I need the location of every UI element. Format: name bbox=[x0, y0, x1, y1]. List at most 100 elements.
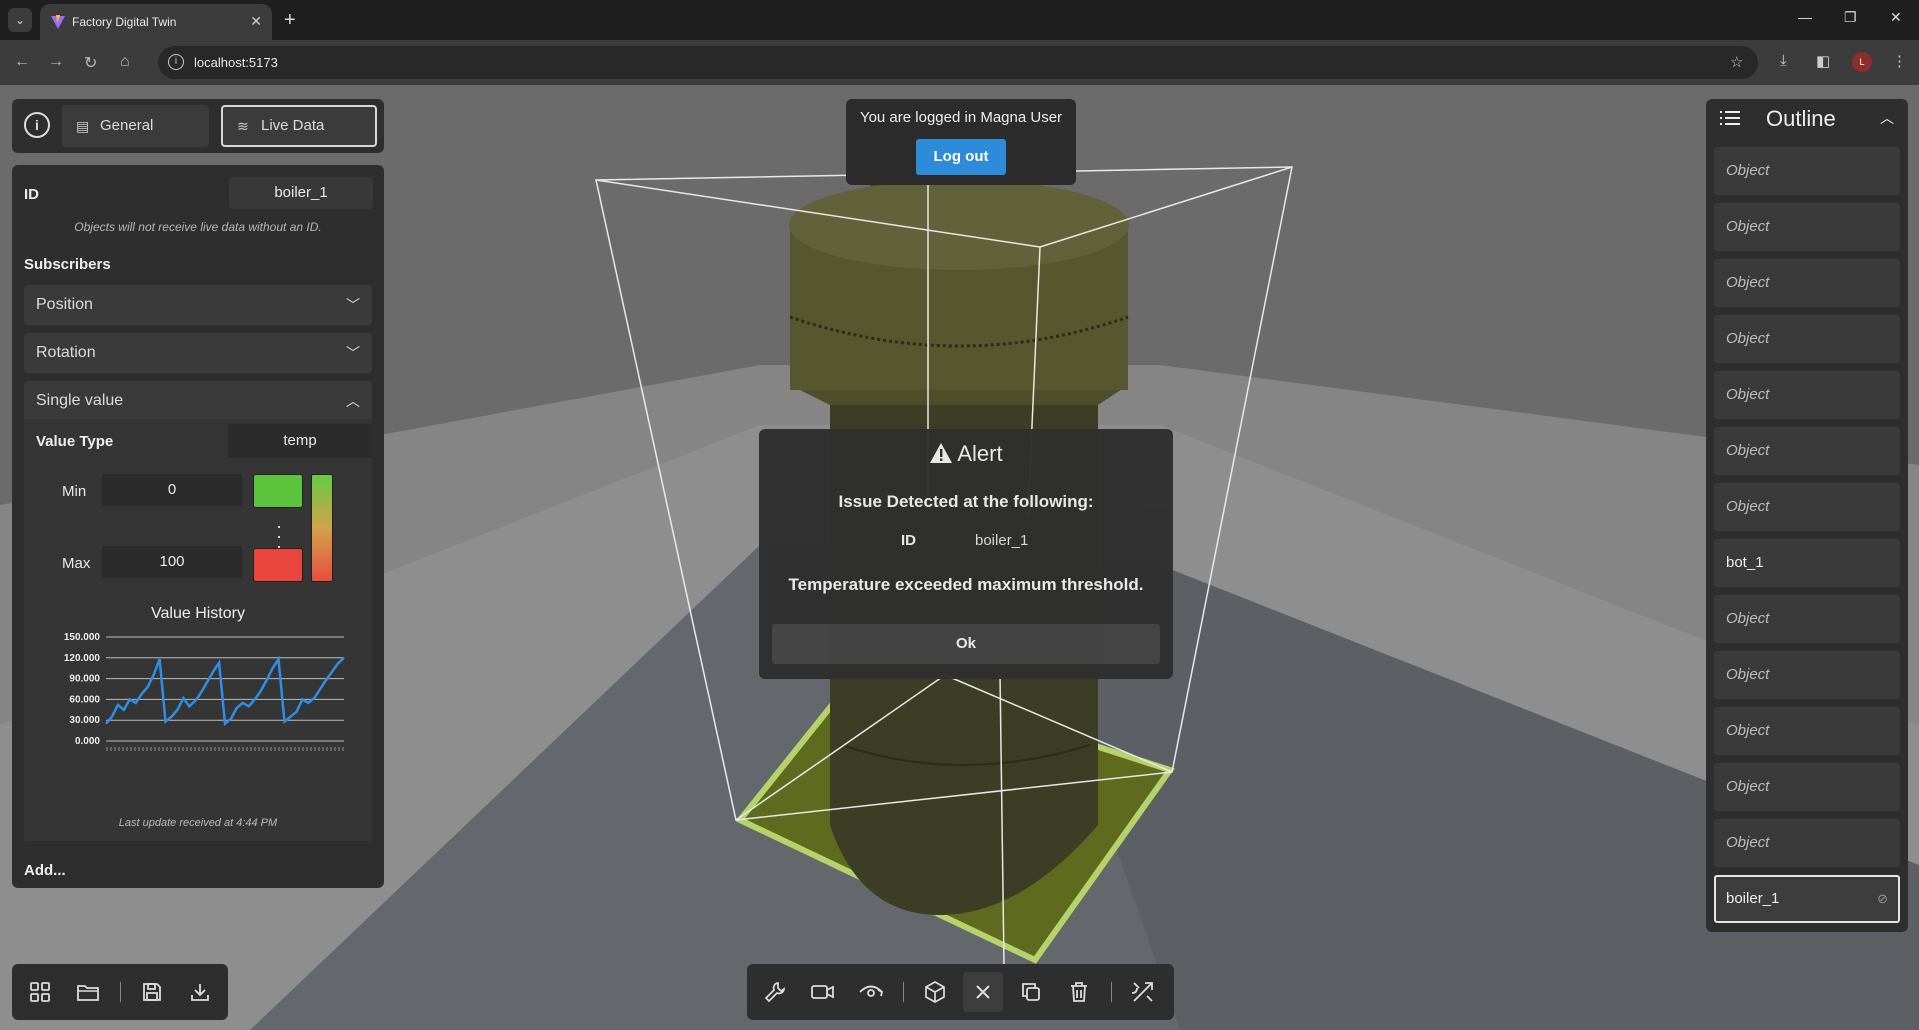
add-object-button[interactable] bbox=[915, 972, 955, 1012]
outline-item-selected[interactable]: boiler_1 ⊘ bbox=[1714, 875, 1900, 923]
url-text: localhost:5173 bbox=[194, 55, 278, 70]
value-type-input[interactable]: temp bbox=[228, 424, 372, 458]
open-folder-button[interactable] bbox=[68, 972, 108, 1012]
duplicate-button[interactable] bbox=[1011, 972, 1051, 1012]
outline-item[interactable]: Object bbox=[1714, 483, 1900, 531]
max-color-swatch[interactable] bbox=[253, 548, 303, 582]
outline-item[interactable]: Object bbox=[1714, 147, 1900, 195]
outline-panel: Outline ︿ Object Object Object Object Object… bbox=[1706, 99, 1908, 932]
minimize-icon[interactable]: — bbox=[1798, 9, 1812, 25]
outline-item[interactable]: Object bbox=[1714, 427, 1900, 475]
range-dots: · · · bbox=[276, 516, 282, 556]
save-button[interactable] bbox=[132, 972, 172, 1012]
reload-icon[interactable]: ↻ bbox=[84, 53, 97, 73]
info-icon[interactable]: i bbox=[24, 112, 50, 138]
rotation-accordion[interactable]: Rotation ﹀ bbox=[24, 333, 372, 373]
position-label: Position bbox=[36, 296, 93, 313]
browser-tab-bar: ⌄ Factory Digital Twin ✕ + — ❐ ✕ bbox=[0, 0, 1919, 40]
side-panel-icon[interactable]: ◧ bbox=[1816, 52, 1830, 70]
tab-close-icon[interactable]: ✕ bbox=[250, 13, 262, 30]
tab-general[interactable]: ▤ General bbox=[62, 105, 209, 147]
bookmark-star-icon[interactable]: ☆ bbox=[1730, 53, 1743, 71]
copy-icon bbox=[1022, 983, 1040, 1001]
alert-header: Alert bbox=[759, 441, 1173, 467]
add-subscriber-button[interactable]: Add... bbox=[24, 862, 66, 879]
list-icon bbox=[1720, 111, 1740, 125]
vite-logo-icon bbox=[51, 15, 65, 29]
outline-item[interactable]: Object bbox=[1714, 203, 1900, 251]
grid-icon bbox=[30, 982, 50, 1002]
orbit-button[interactable] bbox=[851, 972, 891, 1012]
download-icon bbox=[191, 984, 209, 1001]
menu-icon[interactable]: ⋮ bbox=[1892, 52, 1907, 70]
profile-avatar[interactable]: L bbox=[1852, 52, 1872, 72]
tab-live-data[interactable]: ≋ Live Data bbox=[221, 105, 377, 147]
min-input[interactable]: 0 bbox=[102, 474, 242, 506]
document-icon: ▤ bbox=[76, 118, 90, 134]
last-update-text: Last update received at 4:44 PM bbox=[118, 817, 278, 829]
min-color-swatch[interactable] bbox=[253, 474, 303, 508]
outline-item-label: Object bbox=[1726, 610, 1770, 627]
color-gradient-bar bbox=[311, 474, 333, 582]
restore-icon[interactable]: ❐ bbox=[1844, 9, 1857, 26]
forward-icon[interactable]: → bbox=[48, 53, 64, 71]
outline-item[interactable]: Object bbox=[1714, 819, 1900, 867]
outline-item[interactable]: Object bbox=[1714, 763, 1900, 811]
chart-y-tick-label: 0.000 bbox=[75, 736, 100, 747]
browser-tab[interactable]: Factory Digital Twin ✕ bbox=[40, 4, 272, 40]
outline-item[interactable]: Object bbox=[1714, 315, 1900, 363]
alert-subtitle: Issue Detected at the following: bbox=[838, 492, 1094, 511]
outline-item-label: Object bbox=[1726, 330, 1770, 347]
download-button[interactable] bbox=[180, 972, 220, 1012]
new-tab-icon[interactable]: + bbox=[284, 8, 296, 32]
alert-ok-button[interactable]: Ok bbox=[772, 624, 1160, 664]
outline-item-label: Object bbox=[1726, 162, 1770, 179]
save-icon bbox=[143, 983, 161, 1001]
login-popup: You are logged in Magna User Log out bbox=[846, 99, 1076, 185]
address-bar[interactable]: i localhost:5173 ☆ bbox=[158, 46, 1758, 79]
site-info-icon[interactable]: i bbox=[168, 54, 184, 70]
tab-general-label: General bbox=[100, 117, 154, 134]
outline-item[interactable]: Object bbox=[1714, 595, 1900, 643]
chart-y-labels: 150.000 120.000 90.000 60.000 30.000 0.000 bbox=[64, 632, 101, 747]
home-icon[interactable]: ⌂ bbox=[120, 53, 130, 71]
outline-item[interactable]: Object bbox=[1714, 371, 1900, 419]
single-value-label: Single value bbox=[36, 392, 124, 409]
id-input[interactable]: boiler_1 bbox=[229, 177, 373, 209]
outline-item-label: Object bbox=[1726, 442, 1770, 459]
outline-item[interactable]: Object bbox=[1714, 651, 1900, 699]
outline-item[interactable]: Object bbox=[1714, 707, 1900, 755]
chart-y-tick-label: 120.000 bbox=[64, 653, 101, 664]
value-history-title: Value History bbox=[151, 605, 245, 622]
chart-y-tick-label: 30.000 bbox=[69, 715, 100, 726]
camera-button[interactable] bbox=[803, 972, 843, 1012]
wrench-button[interactable] bbox=[755, 972, 795, 1012]
alert-id-value: boiler_1 bbox=[975, 532, 1029, 549]
video-camera-icon bbox=[811, 985, 834, 999]
position-accordion[interactable]: Position ﹀ bbox=[24, 285, 372, 325]
chart-grid bbox=[106, 636, 344, 742]
collapse-chevron-up-icon[interactable]: ︿ bbox=[1880, 108, 1894, 128]
delete-button[interactable] bbox=[1059, 972, 1099, 1012]
grid-view-button[interactable] bbox=[20, 972, 60, 1012]
transform-button[interactable] bbox=[1123, 972, 1163, 1012]
single-value-accordion[interactable]: Single value ︿ bbox=[24, 381, 372, 421]
min-label: Min bbox=[62, 483, 87, 500]
tab-search-button[interactable]: ⌄ bbox=[8, 8, 32, 32]
warning-icon bbox=[930, 443, 953, 463]
chart-y-tick-label: 90.000 bbox=[69, 674, 100, 685]
outline-item[interactable]: Object bbox=[1714, 259, 1900, 307]
back-icon[interactable]: ← bbox=[14, 53, 30, 71]
max-input[interactable]: 100 bbox=[102, 546, 242, 578]
close-window-icon[interactable]: ✕ bbox=[1890, 9, 1902, 26]
tab-title: Factory Digital Twin bbox=[72, 15, 177, 29]
alert-id-label: ID bbox=[901, 532, 916, 549]
visibility-off-icon[interactable]: ⊘ bbox=[1877, 877, 1888, 921]
value-history-chart: 150.000 120.000 90.000 60.000 30.000 0.000 bbox=[64, 632, 345, 751]
3d-viewport[interactable]: i ▤ General ≋ Live Data ID boiler_1 Obje… bbox=[0, 85, 1919, 1030]
outline-header: Outline ︿ bbox=[1706, 99, 1908, 139]
logout-button[interactable]: Log out bbox=[916, 139, 1006, 175]
outline-item[interactable]: bot_1 bbox=[1714, 539, 1900, 587]
deselect-button[interactable] bbox=[963, 972, 1003, 1012]
downloads-icon[interactable]: ⤓ bbox=[1780, 52, 1787, 69]
